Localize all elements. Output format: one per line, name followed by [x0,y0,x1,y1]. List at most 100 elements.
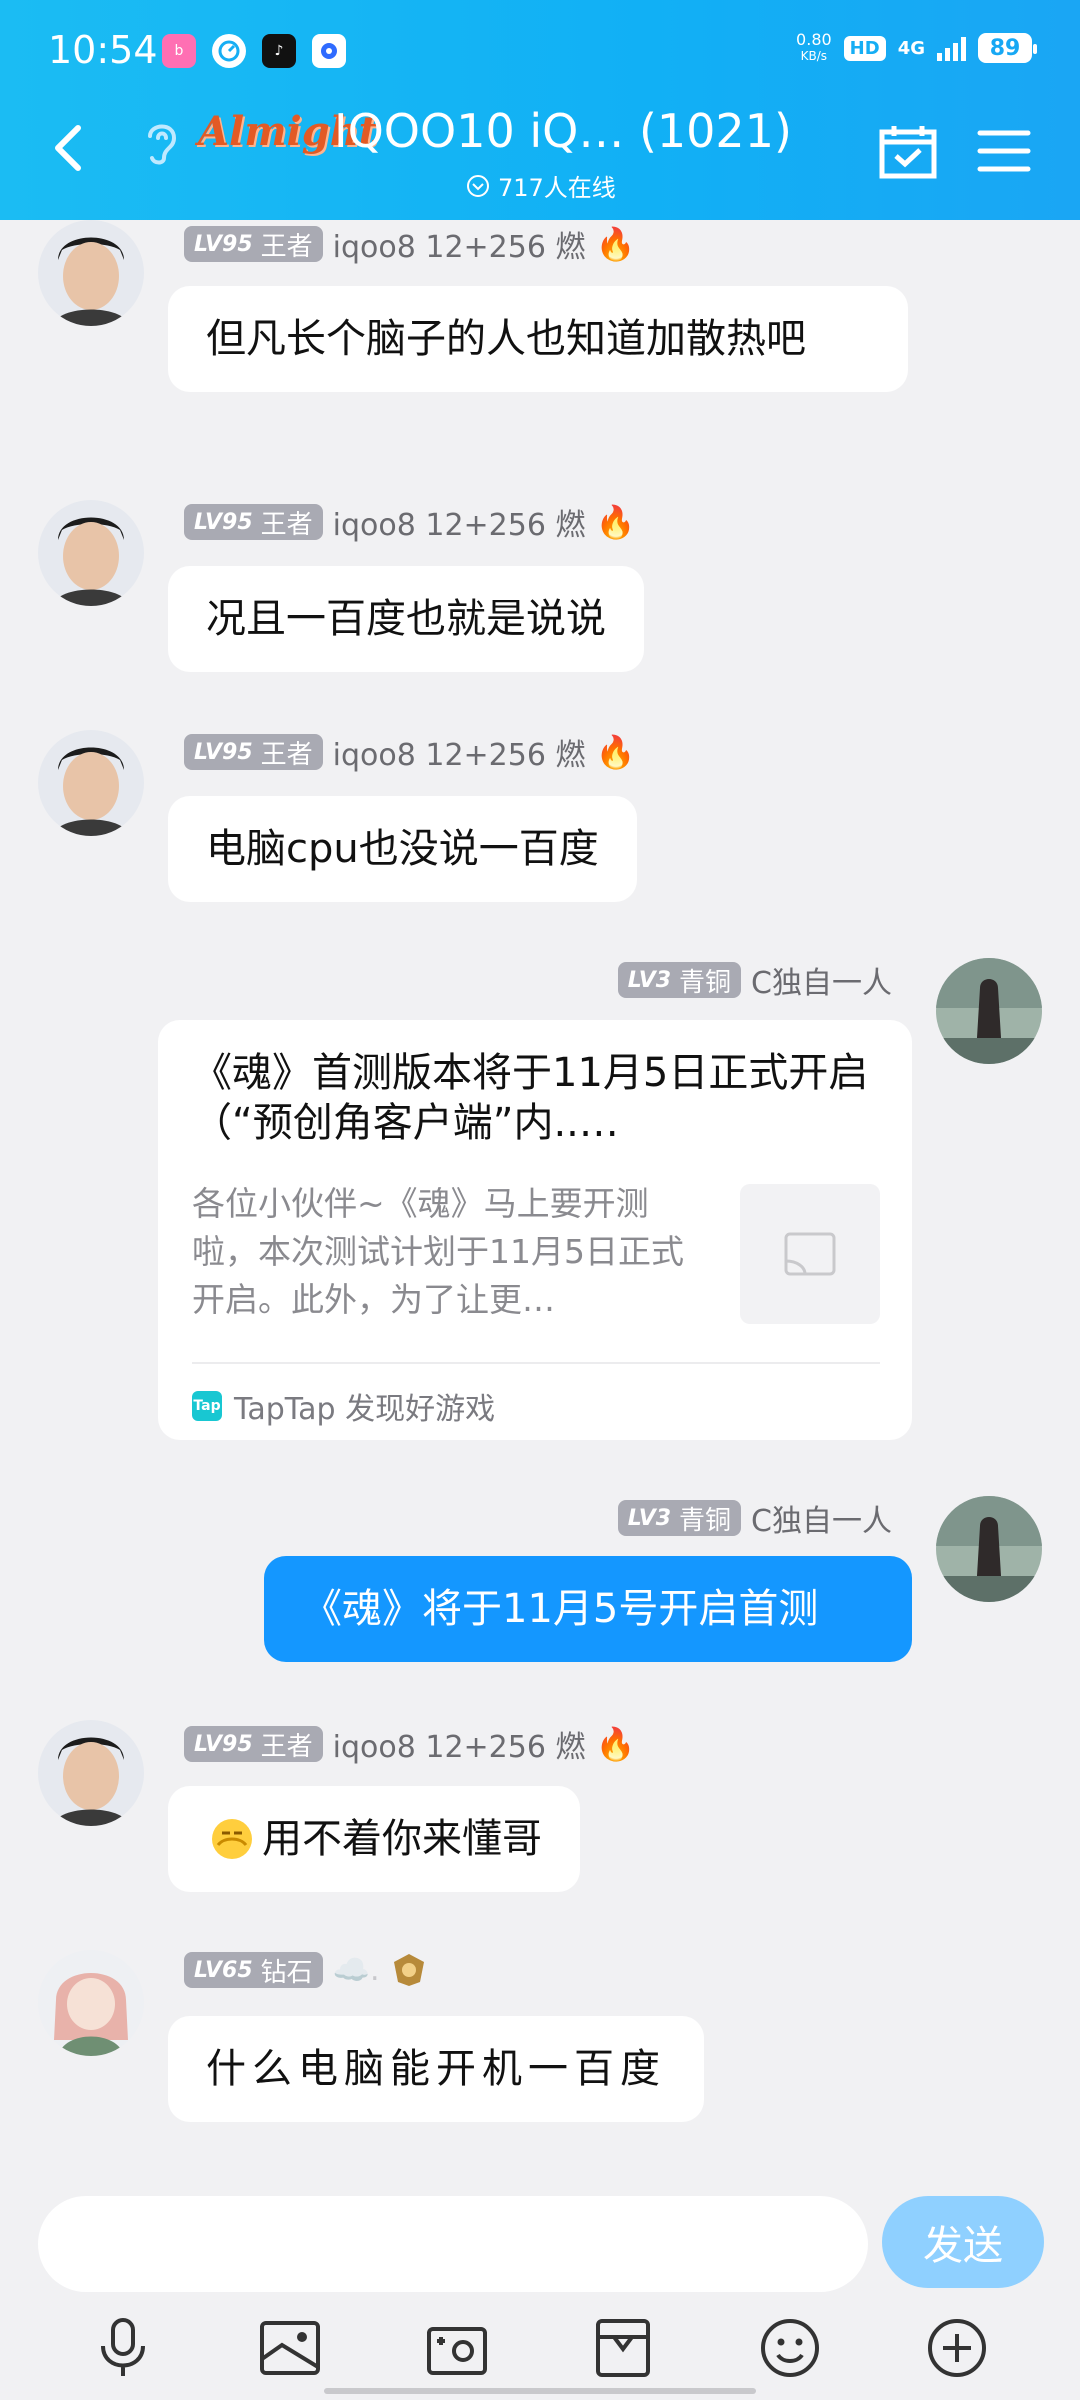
level-text: LV95 [194,509,253,535]
level-text: LV95 [194,231,253,257]
level-badge: LV65 钻石 [184,1952,323,1988]
avatar[interactable] [38,1720,144,1826]
user-avatar-image [38,220,144,326]
calendar-check-icon [879,126,937,179]
camera-button[interactable] [422,2313,492,2383]
message-meta: LV95 王者 iqoo8 12+256 燃 🔥 [184,500,635,544]
share-card-divider [192,1362,880,1364]
online-count[interactable]: 717人在线 [466,168,616,203]
message-bubble[interactable]: 用不着你来懂哥 [168,1786,580,1892]
level-badge: LV95 王者 [184,1726,323,1762]
user-avatar-image [936,1496,1042,1602]
message-meta: LV65 钻石 ☁️. [184,1952,428,1988]
sender-name[interactable]: iqoo8 12+256 燃 [333,1722,586,1766]
gift-button[interactable] [588,2313,658,2383]
level-badge: LV3 青铜 [617,1500,742,1536]
level-text: LV3 [627,967,672,993]
input-toolbar [0,2308,1080,2388]
sender-name[interactable]: iqoo8 12+256 燃 [333,730,586,774]
share-card-description: 各位小伙伴~《魂》马上要开测啦，本次测试计划于11月5日正式开启。此外，为了让更… [192,1184,684,1319]
rank-text: 钻石 [260,1957,313,1988]
group-title[interactable]: IQOO10 iQ… (1021) [334,104,792,158]
image-icon [259,2321,320,2375]
message-app-icon [312,34,346,68]
share-card-thumbnail [740,1184,880,1324]
voice-button[interactable] [88,2313,158,2383]
status-app-icons: b ♪ [162,34,346,68]
plus-icon [927,2319,986,2377]
sender-name[interactable]: C独自一人 [751,958,892,1002]
network-speed-value: 0.80 [796,30,832,49]
emoji-button[interactable] [755,2313,825,2383]
back-icon [55,125,81,171]
camera-icon [426,2327,487,2375]
rank-text: 王者 [260,509,313,540]
microphone-icon [101,2318,146,2376]
level-badge: LV3 青铜 [617,962,742,998]
network-speed: 0.80 KB/s [796,32,832,64]
send-button[interactable]: 发送 [882,2196,1044,2288]
level-text: LV95 [194,1731,253,1757]
sender-name[interactable]: iqoo8 12+256 燃 [333,500,586,544]
chevron-down-circle-icon [467,174,489,197]
back-button[interactable] [40,118,100,178]
home-indicator[interactable] [324,2388,756,2394]
taptap-logo-icon: Tap [192,1391,222,1421]
share-card-title: 《魂》首测版本将于11月5日正式开启（“预创角客户端”内..… [192,1050,869,1146]
menu-icon [977,130,1031,172]
avatar[interactable] [38,1950,144,2056]
avatar[interactable] [936,958,1042,1064]
rank-text: 王者 [260,739,313,770]
avatar[interactable] [936,1496,1042,1602]
signal-icon [937,35,966,61]
message-meta: LV3 青铜 C独自一人 [617,958,892,1002]
status-indicators: 0.80 KB/s HD 4G 89 [796,32,1037,64]
message-meta: LV95 王者 iqoo8 12+256 燃 🔥 [184,730,635,774]
level-badge: LV95 王者 [184,504,323,540]
avatar[interactable] [38,500,144,606]
image-placeholder-icon [784,1232,836,1276]
sender-name[interactable]: ☁️. [333,1953,380,1988]
message-bubble[interactable]: 但凡长个脑子的人也知道加散热吧 [168,286,908,392]
user-avatar-image [38,1950,144,2056]
level-badge: LV95 王者 [184,734,323,770]
message-meta: LV95 王者 iqoo8 12+256 燃 🔥 [184,222,635,266]
bilibili-app-icon: b [162,34,196,68]
user-avatar-image [38,730,144,836]
network-type: 4G [897,37,925,59]
rank-text: 王者 [260,1731,313,1762]
share-card-source-text: TapTap 发现好游戏 [234,1392,496,1427]
avatar[interactable] [38,730,144,836]
level-text: LV3 [627,1505,672,1531]
message-meta: LV95 王者 iqoo8 12+256 燃 🔥 [184,1722,635,1766]
rank-text: 王者 [260,231,313,262]
battery-icon: 89 [978,33,1037,63]
sender-name[interactable]: C独自一人 [751,1496,892,1540]
user-avatar-image [936,958,1042,1064]
hd-badge: HD [843,35,886,61]
level-text: LV65 [194,1957,253,1983]
message-bubble[interactable]: 况且一百度也就是说说 [168,566,644,672]
user-avatar-image [38,500,144,606]
message-bubble[interactable]: 什么电脑能开机一百度 [168,2016,704,2122]
share-card[interactable]: 《魂》首测版本将于11月5日正式开启（“预创角客户端”内..… 各位小伙伴~《魂… [158,1020,912,1440]
message-bubble[interactable]: 电脑cpu也没说一百度 [168,796,637,902]
sender-name[interactable]: iqoo8 12+256 燃 [333,222,586,266]
menu-button[interactable] [976,128,1032,174]
level-badge: LV95 王者 [184,226,323,262]
status-time: 10:54 [48,28,158,72]
rank-text: 青铜 [679,1505,732,1536]
fire-icon: 🔥 [595,733,636,771]
fire-icon: 🔥 [595,1725,636,1763]
image-button[interactable] [255,2313,325,2383]
avatar[interactable] [38,220,144,326]
message-input[interactable] [38,2196,868,2292]
level-text: LV95 [194,739,253,765]
message-bubble[interactable]: 《魂》将于11月5号开启首测 [264,1556,912,1662]
calendar-check-button[interactable] [878,122,938,180]
more-button[interactable] [922,2313,992,2383]
gift-box-icon [596,2319,651,2377]
ear-icon[interactable] [142,118,182,166]
share-card-source: Tap TapTap 发现好游戏 [192,1384,495,1428]
online-count-text: 717人在线 [498,174,616,202]
